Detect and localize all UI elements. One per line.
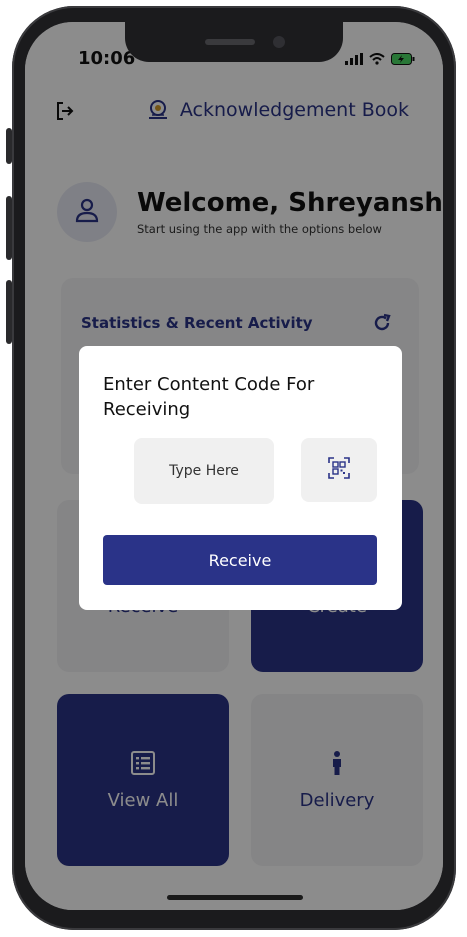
- speaker: [205, 39, 255, 45]
- receive-submit-button[interactable]: Receive: [103, 535, 377, 585]
- receive-dialog: Enter Content Code For Receiving Receive: [79, 346, 402, 610]
- notch: [125, 22, 343, 62]
- home-indicator[interactable]: [167, 895, 303, 900]
- dialog-title: Enter Content Code For Receiving: [103, 374, 315, 420]
- camera: [273, 36, 285, 48]
- qr-scan-icon: [328, 457, 350, 483]
- app-screen: 10:06 Acknowledgement Book Welcome, Shre…: [25, 22, 443, 910]
- content-code-input[interactable]: [134, 438, 274, 504]
- qr-scan-button[interactable]: [301, 438, 377, 502]
